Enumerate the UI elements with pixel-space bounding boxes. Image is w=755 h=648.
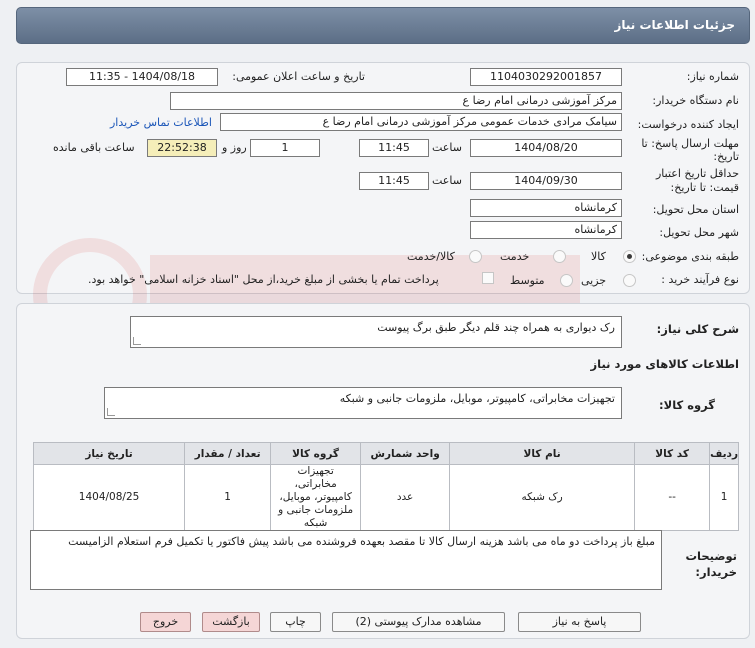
- category-option-goods-service: کالا/خدمت: [407, 250, 455, 263]
- description-label: شرح کلی نیاز:: [656, 322, 739, 336]
- cell-unit: عدد: [360, 464, 451, 531]
- category-radio-goods-service[interactable]: [469, 250, 482, 263]
- deadline-date-field: 1404/08/20: [470, 139, 622, 157]
- category-radio-goods[interactable]: [623, 250, 636, 263]
- buyer-notes-text: مبلغ باز پرداخت دو ماه می باشد هزینه ارس…: [68, 535, 655, 548]
- buyer-contact-link[interactable]: اطلاعات تماس خریدار: [110, 116, 212, 129]
- view-attachments-button[interactable]: مشاهده مدارک پیوستی (2): [332, 612, 505, 632]
- back-button[interactable]: بازگشت: [202, 612, 260, 632]
- purchase-radio-medium[interactable]: [560, 274, 573, 287]
- purchase-option-minor: جزیی: [581, 274, 607, 287]
- cell-qty: 1: [184, 464, 272, 531]
- category-option-goods: کالا: [591, 250, 606, 263]
- resize-grip-icon[interactable]: [107, 408, 115, 416]
- category-option-service: خدمت: [500, 250, 530, 263]
- category-radio-service[interactable]: [553, 250, 566, 263]
- goods-group-text: تجهیزات مخابراتی، کامپیوتر، موبایل، ملزو…: [339, 392, 615, 405]
- city-field: کرمانشاه: [470, 221, 622, 239]
- resize-grip-icon[interactable]: [133, 337, 141, 345]
- deadline-label-2: تاریخ:: [713, 150, 739, 163]
- remaining-timer: 22:52:38: [147, 139, 217, 157]
- treasury-note: پرداخت تمام یا بخشی از مبلغ خرید،از محل …: [88, 273, 439, 286]
- col-code: کد کالا: [634, 442, 711, 465]
- cell-date: 1404/08/25: [32, 464, 186, 531]
- goods-group-textarea: تجهیزات مخابراتی، کامپیوتر، موبایل، ملزو…: [104, 387, 622, 419]
- page-title: جزئیات اطلاعات نیاز: [614, 18, 735, 32]
- items-table-header: ردیف کد کالا نام کالا واحد شمارش گروه کا…: [32, 442, 739, 465]
- cell-row: 1: [709, 464, 739, 531]
- requester-field: سیامک مرادی خدمات عمومی مرکز آموزشی درما…: [220, 113, 622, 131]
- col-unit: واحد شمارش: [360, 442, 451, 465]
- buyer-org-field: مرکز آموزشی درمانی امام رضا ع: [170, 92, 622, 110]
- purchase-radio-minor[interactable]: [623, 274, 636, 287]
- purchase-type-label: نوع فرآیند خرید :: [661, 273, 739, 286]
- treasury-checkbox[interactable]: [482, 272, 494, 284]
- city-label: شهر محل تحویل:: [659, 226, 739, 239]
- requester-label: ایجاد کننده درخواست:: [637, 118, 739, 131]
- purchase-option-medium: متوسط: [510, 274, 545, 287]
- description-text: رک دیواری به همراه چند قلم دیگر طبق برگ …: [377, 321, 615, 334]
- need-number-field: 1104030292001857: [470, 68, 622, 86]
- price-validity-date-field: 1404/09/30: [470, 172, 622, 190]
- print-button[interactable]: چاپ: [270, 612, 321, 632]
- goods-info-heading: اطلاعات کالاهای مورد نیاز: [590, 357, 739, 371]
- items-table: ردیف کد کالا نام کالا واحد شمارش گروه کا…: [32, 442, 739, 531]
- price-validity-time-field: 11:45: [359, 172, 429, 190]
- table-row: 1 -- رک شبکه عدد تجهیزات مخابراتی، کامپی…: [32, 464, 739, 531]
- price-validity-label-2: قیمت: تا تاریخ:: [670, 181, 739, 194]
- buyer-org-label: نام دستگاه خریدار:: [652, 94, 739, 107]
- category-label: طبقه بندی موضوعی:: [641, 250, 739, 263]
- cell-group: تجهیزات مخابراتی، کامپیوتر، موبایل، ملزو…: [270, 464, 362, 531]
- price-validity-label-1: حداقل تاریخ اعتبار: [655, 167, 739, 180]
- deadline-time-label: ساعت: [432, 141, 462, 154]
- exit-button[interactable]: خروج: [140, 612, 191, 632]
- province-field: کرمانشاه: [470, 199, 622, 217]
- need-number-label: شماره نیاز:: [686, 70, 739, 83]
- province-label: استان محل تحویل:: [652, 203, 739, 216]
- price-validity-time-label: ساعت: [432, 174, 462, 187]
- col-row: ردیف: [709, 442, 739, 465]
- deadline-label-1: مهلت ارسال پاسخ: تا: [641, 137, 739, 150]
- buyer-notes-label-2: خریدار:: [695, 565, 737, 579]
- deadline-time-field: 11:45: [359, 139, 429, 157]
- col-date: تاریخ نیاز: [32, 442, 186, 465]
- announce-datetime-field: 1404/08/18 - 11:35: [66, 68, 218, 86]
- buyer-notes-label-1: توضیحات: [685, 549, 738, 563]
- col-group: گروه کالا: [270, 442, 362, 465]
- cell-name: رک شبکه: [449, 464, 636, 531]
- page-title-bar: جزئیات اطلاعات نیاز: [16, 7, 750, 44]
- col-qty: تعداد / مقدار: [184, 442, 272, 465]
- buyer-notes-textarea: مبلغ باز پرداخت دو ماه می باشد هزینه ارس…: [30, 530, 662, 590]
- description-textarea: رک دیواری به همراه چند قلم دیگر طبق برگ …: [130, 316, 622, 348]
- reply-button[interactable]: پاسخ به نیاز: [518, 612, 641, 632]
- days-label: روز و: [222, 141, 247, 154]
- remaining-label: ساعت باقی مانده: [53, 141, 135, 154]
- deadline-days-field: 1: [250, 139, 320, 157]
- goods-group-label: گروه کالا:: [659, 398, 715, 412]
- col-name: نام کالا: [449, 442, 636, 465]
- announce-datetime-label: تاریخ و ساعت اعلان عمومی:: [232, 70, 365, 83]
- cell-code: --: [634, 464, 711, 531]
